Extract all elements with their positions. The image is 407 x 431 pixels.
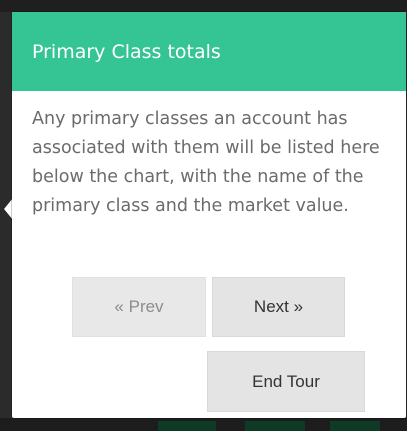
prev-button[interactable]: « Prev xyxy=(72,277,206,337)
popover-body: Any primary classes an account has assoc… xyxy=(32,109,380,216)
popover-title: Primary Class totals xyxy=(32,40,221,63)
background-top xyxy=(0,0,407,12)
popover-header: Primary Class totals xyxy=(12,12,406,91)
background-chart-block xyxy=(330,421,380,431)
tour-popover: Primary Class totals Any primary classes… xyxy=(12,12,406,418)
next-button[interactable]: Next » xyxy=(212,277,345,337)
background-chart-block xyxy=(245,421,305,431)
background-chart-block xyxy=(158,421,216,431)
end-tour-button[interactable]: End Tour xyxy=(207,351,365,412)
